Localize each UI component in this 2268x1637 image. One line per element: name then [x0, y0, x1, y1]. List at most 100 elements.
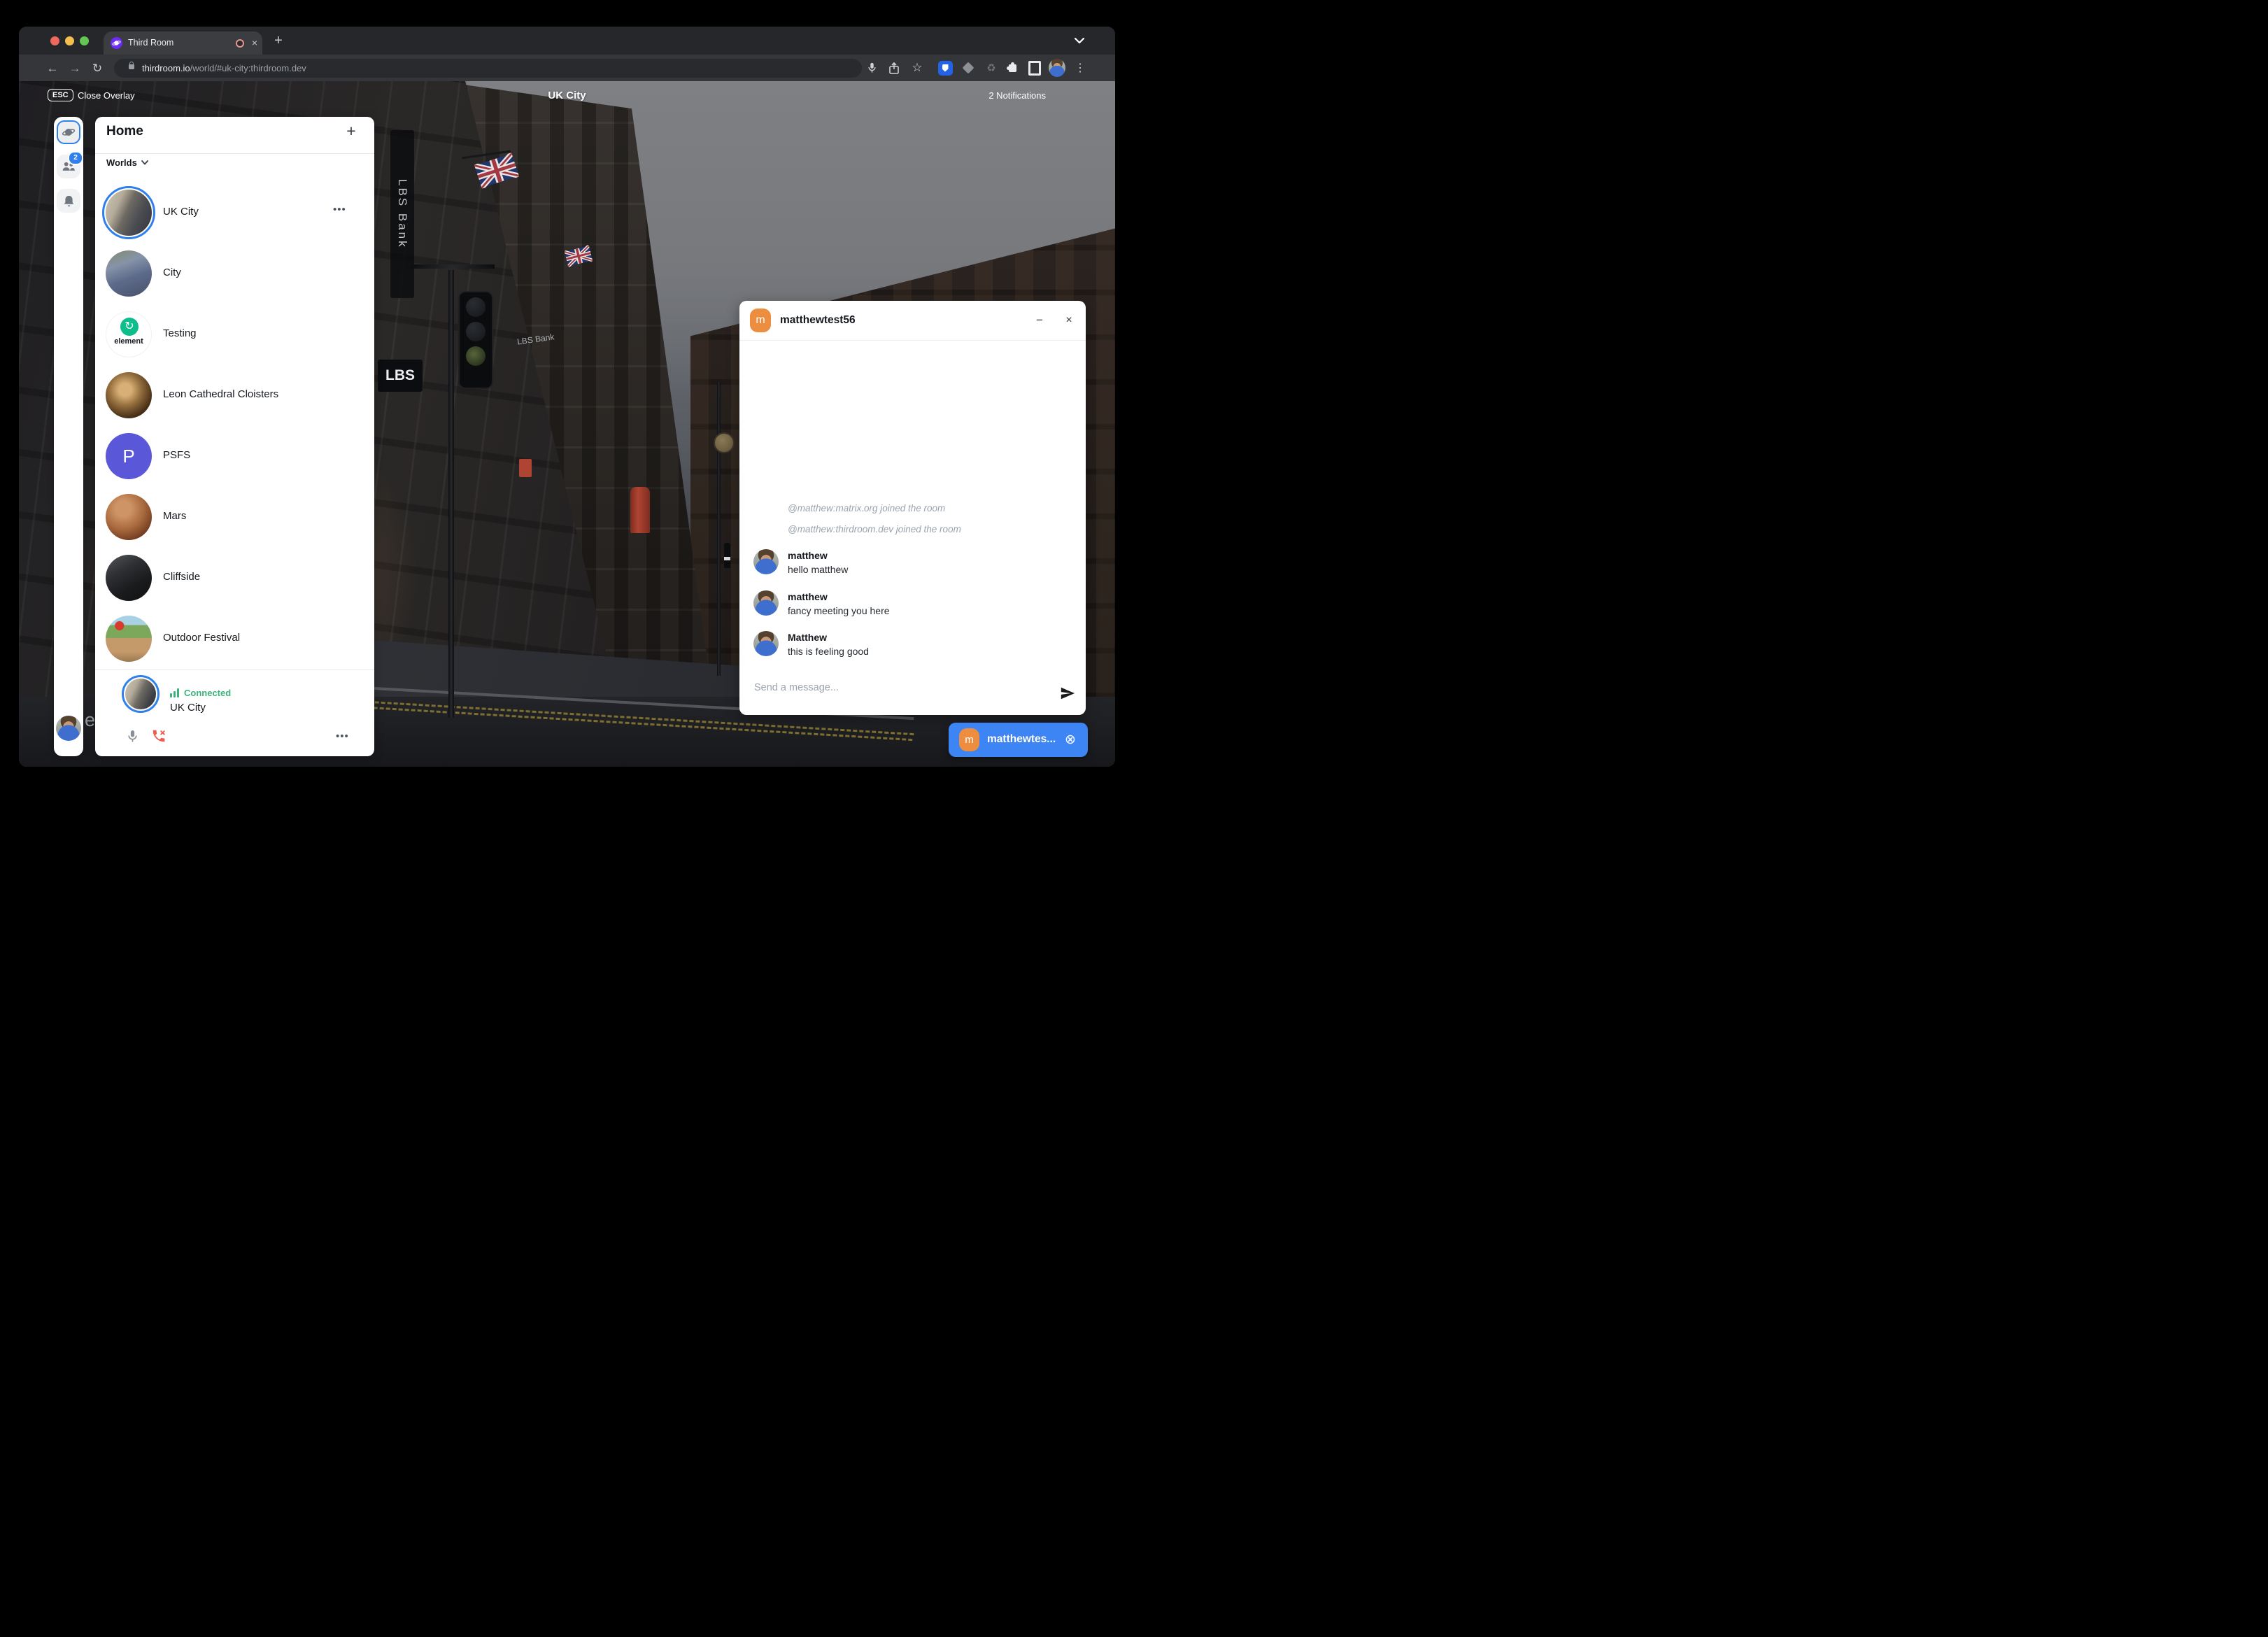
connection-status: Connected [170, 688, 231, 698]
lbs-bank-vertical-sign: LBS Bank [390, 130, 414, 298]
thirdroom-viewport[interactable]: LBS Bank LBS LBS Bank [19, 81, 1115, 767]
extensions-puzzle-icon[interactable] [1004, 59, 1021, 76]
message-avatar [753, 549, 779, 574]
recycle-extension-icon[interactable]: ♻ [983, 59, 1000, 76]
bell-icon [63, 194, 75, 208]
back-button[interactable]: ← [44, 60, 61, 77]
microphone-button[interactable] [123, 727, 141, 745]
browser-toolbar: ← → ↻ thirdroom.io/world/#uk-city:thirdr… [19, 55, 1115, 81]
tab-third-room[interactable]: Third Room × [104, 31, 262, 55]
chat-close-button[interactable]: × [1061, 312, 1077, 329]
forward-button[interactable]: → [66, 60, 83, 77]
world-row-psfs[interactable]: P PSFS [95, 426, 374, 487]
world-avatar-uk-city [106, 190, 152, 236]
world-avatar-leon [106, 372, 152, 418]
traffic-light-close[interactable] [50, 36, 59, 45]
connected-world-name: UK City [170, 702, 206, 714]
divider [739, 340, 1086, 341]
chevron-down-icon [141, 160, 148, 165]
chat-panel: m matthewtest56 − × @matthew:matrix.org … [739, 301, 1086, 715]
traffic-light-arm [411, 264, 495, 269]
send-icon [1060, 686, 1075, 701]
street-pole [717, 382, 721, 676]
element-logo-icon: ↻ [120, 318, 139, 336]
bitwarden-extension-icon[interactable] [937, 59, 954, 76]
call-pill-label: matthewtes... [987, 733, 1056, 746]
active-call-pill[interactable]: m matthewtes... ⊗ [949, 723, 1088, 757]
world-title: UK City [19, 90, 1115, 101]
sidebar-rail: 2 [54, 117, 83, 756]
traffic-light-zoom[interactable] [80, 36, 89, 45]
message-text: this is feeling good [788, 646, 869, 657]
friends-badge: 2 [68, 151, 83, 165]
message-sender: Matthew [788, 632, 827, 643]
reload-button[interactable]: ↻ [89, 60, 106, 77]
world-row-outdoor-festival[interactable]: Outdoor Festival [95, 609, 374, 669]
world-avatar-mars [106, 494, 152, 540]
connected-world-avatar[interactable] [125, 679, 156, 709]
rail-worlds-button[interactable] [57, 120, 80, 144]
profile-avatar[interactable] [1049, 59, 1065, 76]
chat-event-joined: @matthew:matrix.org joined the room [788, 503, 945, 513]
traffic-light-minimize[interactable] [65, 36, 74, 45]
world-row-testing[interactable]: ↻ element Testing [95, 304, 374, 365]
signal-bars-icon [170, 688, 179, 697]
message-sender: matthew [788, 591, 828, 602]
world-avatar-outdoor-festival [106, 616, 152, 662]
world-avatar-city [106, 250, 152, 297]
side-panel-icon[interactable] [1026, 59, 1043, 76]
url-path: /world/#uk-city:thirdroom.dev [190, 63, 306, 73]
voice-search-icon[interactable] [863, 59, 880, 76]
rail-notifications-button[interactable] [57, 189, 80, 213]
divider [95, 669, 374, 670]
tab-close-icon[interactable]: × [248, 36, 261, 49]
chat-message-input[interactable] [753, 673, 1035, 702]
world-row-cliffside[interactable]: Cliffside [95, 548, 374, 609]
home-panel-title: Home [106, 124, 143, 139]
world-avatar-element: ↻ element [106, 311, 152, 357]
send-message-button[interactable] [1058, 684, 1077, 702]
world-more-button[interactable]: ••• [333, 204, 346, 215]
street-sign-icon [714, 432, 735, 453]
tab-recording-indicator-icon [236, 39, 244, 48]
rail-friends-button[interactable]: 2 [57, 155, 80, 178]
user-avatar[interactable] [56, 716, 81, 741]
planet-icon [62, 125, 76, 139]
message-text: hello matthew [788, 564, 848, 575]
chat-minimize-button[interactable]: − [1031, 312, 1048, 329]
world-avatar-cliffside [106, 555, 152, 601]
create-world-button[interactable]: + [341, 121, 361, 141]
tab-title: Third Room [128, 38, 173, 48]
traffic-light-icon [458, 291, 493, 389]
world-row-mars[interactable]: Mars [95, 487, 374, 548]
extension-diamond-icon[interactable] [960, 59, 977, 76]
tab-search-chevron-icon[interactable] [1075, 38, 1084, 44]
worlds-section-toggle[interactable]: Worlds [106, 157, 148, 168]
address-bar[interactable]: thirdroom.io/world/#uk-city:thirdroom.de… [114, 59, 862, 78]
call-pill-close-icon[interactable]: ⊗ [1065, 732, 1076, 748]
bookmark-star-icon[interactable]: ☆ [909, 59, 926, 76]
message-text: fancy meeting you here [788, 605, 890, 616]
footer-more-button[interactable]: ••• [336, 730, 349, 742]
message-sender: matthew [788, 550, 828, 561]
tab-strip: Third Room × + [19, 27, 1115, 55]
message-avatar [753, 631, 779, 656]
chat-event-joined: @matthew:thirdroom.dev joined the room [788, 524, 961, 534]
lbs-plaque-sign: LBS [378, 360, 423, 392]
world-row-leon[interactable]: Leon Cathedral Cloisters [95, 365, 374, 426]
chat-room-title: matthewtest56 [780, 314, 856, 327]
call-pill-avatar: m [959, 728, 979, 751]
world-row-uk-city[interactable]: UK City ••• [95, 183, 374, 243]
browser-window: Third Room × + ← → ↻ thirdroom.io/world/… [19, 27, 1115, 767]
new-tab-button[interactable]: + [271, 34, 286, 49]
share-icon[interactable] [886, 59, 902, 76]
thirdroom-favicon [111, 37, 122, 49]
world-row-city[interactable]: City [95, 243, 374, 304]
url-host: thirdroom.io [142, 63, 190, 73]
browser-menu-kebab-icon[interactable]: ⋮ [1072, 59, 1089, 76]
lock-icon[interactable] [129, 64, 134, 69]
red-wall-postbox [519, 459, 532, 477]
notifications-count[interactable]: 2 Notifications [988, 90, 1046, 101]
red-pillar-box [630, 487, 650, 533]
hangup-button[interactable] [150, 727, 168, 745]
